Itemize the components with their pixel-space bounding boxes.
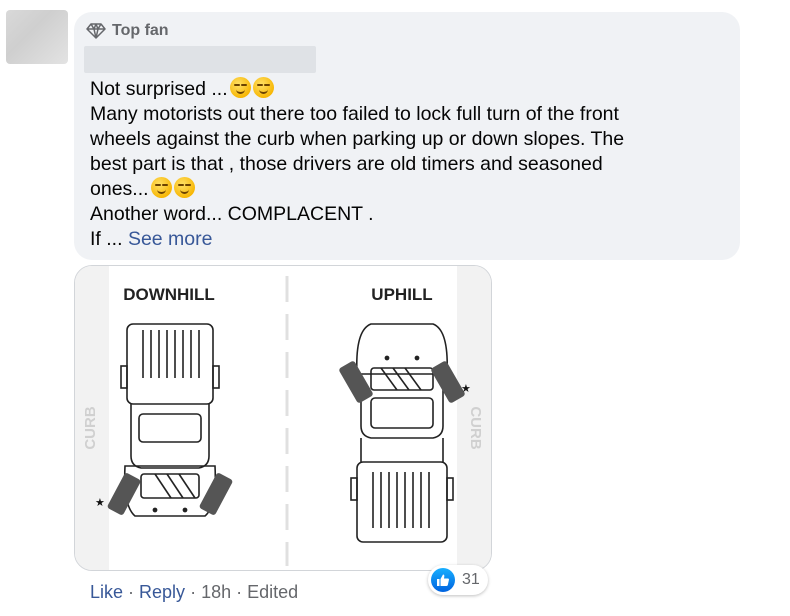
curb-label-right: CURB: [467, 406, 484, 449]
curb-label-left: CURB: [82, 406, 99, 449]
attached-image[interactable]: CURB CURB DOWNHILL UPHILL ★ ★: [74, 265, 492, 571]
reaction-count: 31: [462, 571, 480, 588]
top-fan-badge: Top fan: [86, 20, 169, 42]
timestamp[interactable]: 18h: [201, 582, 231, 603]
separator: ·: [190, 582, 197, 602]
author-name[interactable]: [84, 46, 316, 73]
smirk-emoji-icon: [150, 177, 172, 198]
comment-line: Not surprised ...: [90, 77, 732, 102]
comment-line: best part is that , those drivers are ol…: [90, 153, 603, 175]
reply-button[interactable]: Reply: [139, 582, 185, 603]
like-icon: [431, 568, 455, 592]
comment-line: wheels against the curb when parking up …: [90, 128, 625, 150]
comment-line: If ... See more: [90, 228, 213, 250]
comment-actions: Like · Reply · 18h · Edited: [90, 582, 298, 603]
wheel-marker: ★: [461, 383, 471, 395]
front-right-wheel: [199, 473, 233, 515]
comment-line: Another word... COMPLACENT .: [90, 203, 374, 225]
comment-text: Not surprised ... Many motorists out the…: [90, 77, 732, 252]
avatar[interactable]: [6, 10, 68, 64]
front-left-wheel: [339, 361, 373, 403]
smirk-emoji-icon: [252, 77, 274, 98]
unamused-emoji-icon: [173, 177, 195, 198]
reaction-summary[interactable]: 31: [428, 565, 488, 595]
badge-label: Top fan: [112, 22, 169, 39]
front-left-wheel: [107, 473, 141, 515]
uphill-truck-drawing: [350, 323, 454, 543]
uphill-title: UPHILL: [371, 285, 432, 304]
separator: ·: [128, 582, 135, 602]
like-button[interactable]: Like: [90, 582, 123, 603]
diamond-icon: [86, 23, 106, 39]
separator: ·: [236, 582, 243, 602]
see-more-link[interactable]: See more: [128, 228, 213, 250]
comment-line: ones...: [90, 177, 732, 202]
wheel-marker: ★: [95, 497, 105, 509]
edited-label[interactable]: Edited: [247, 582, 298, 603]
comment-line: Many motorists out there too failed to l…: [90, 103, 619, 125]
downhill-title: DOWNHILL: [123, 285, 215, 304]
smirk-emoji-icon: [229, 77, 251, 98]
